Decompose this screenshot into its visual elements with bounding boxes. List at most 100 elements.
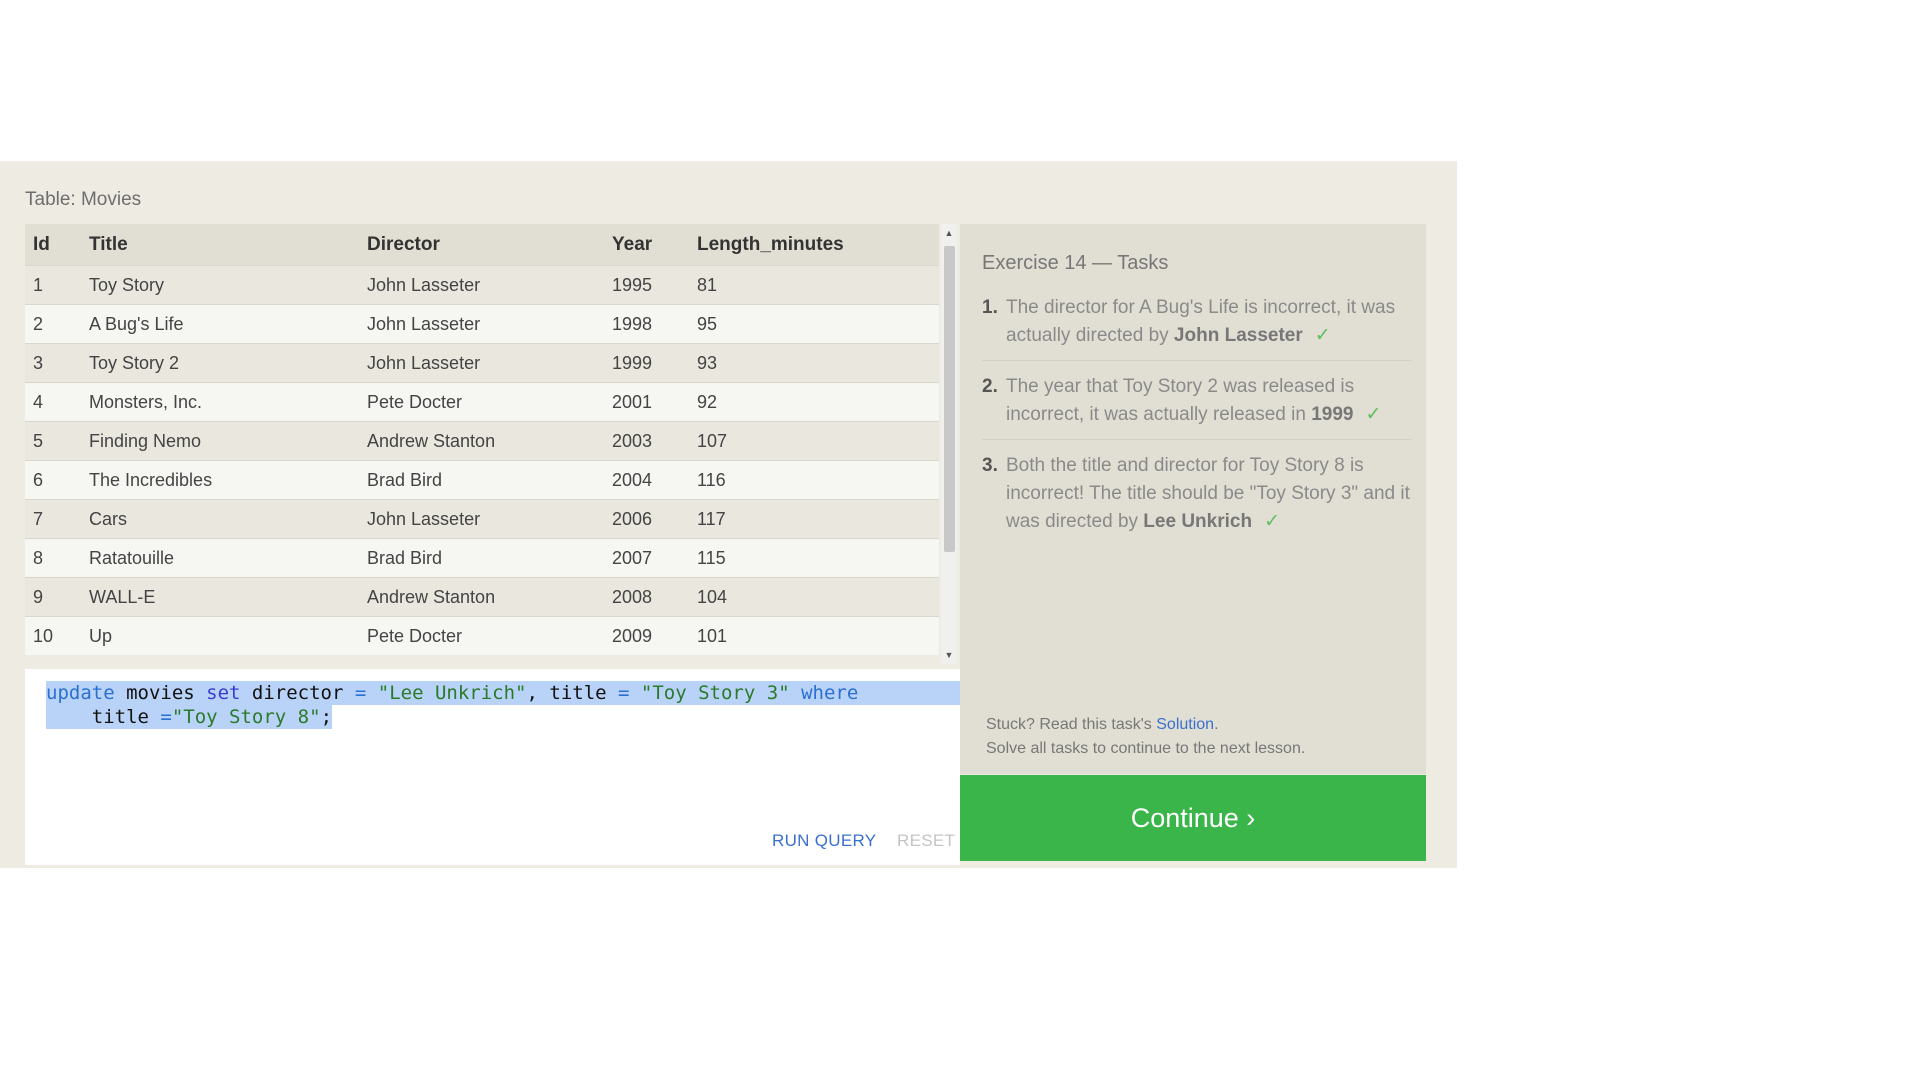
sql-query-text[interactable]: update movies set director = "Lee Unkric… (46, 681, 986, 729)
scroll-up-arrow-icon[interactable]: ▲ (941, 226, 957, 240)
column-header-id: Id (25, 224, 81, 266)
cell-length: 115 (689, 538, 939, 578)
table-header-row: Id Title Director Year Length_minutes (25, 224, 939, 266)
cell-director: John Lasseter (359, 499, 604, 539)
cell-director: Pete Docter (359, 382, 604, 422)
task-item: 3. Both the title and director for Toy S… (982, 452, 1412, 546)
cell-year: 1995 (604, 265, 689, 305)
movies-table-container: Id Title Director Year Length_minutes 1 … (25, 224, 955, 664)
table-row: 8 Ratatouille Brad Bird 2007 115 (25, 538, 939, 578)
stuck-text: Stuck? Read this task's (986, 716, 1157, 733)
code-token: , title (526, 682, 619, 704)
movies-table: Id Title Director Year Length_minutes 1 … (25, 224, 939, 655)
cell-year: 2001 (604, 382, 689, 422)
cell-length: 81 (689, 265, 939, 305)
cell-director: Brad Bird (359, 538, 604, 578)
tasks-panel: Exercise 14 — Tasks 1. The director for … (960, 224, 1426, 774)
task-answer: Lee Unkrich (1143, 511, 1253, 532)
cell-year: 2008 (604, 577, 689, 617)
task-item: 1. The director for A Bug's Life is inco… (982, 294, 1412, 361)
task-list: 1. The director for A Bug's Life is inco… (982, 294, 1412, 558)
code-line-2: title ="Toy Story 8"; (46, 705, 333, 729)
cell-id: 9 (25, 577, 81, 617)
table-row: 7 Cars John Lasseter 2006 117 (25, 499, 939, 539)
checkmark-icon: ✓ (1264, 511, 1280, 532)
cell-year: 2006 (604, 499, 689, 539)
cell-title: Finding Nemo (81, 421, 359, 461)
cell-id: 6 (25, 460, 81, 500)
column-header-length: Length_minutes (689, 224, 939, 266)
column-header-director: Director (359, 224, 604, 266)
continue-button[interactable]: Continue › (960, 775, 1426, 861)
task-number: 3. (982, 455, 998, 476)
solution-link[interactable]: Solution (1156, 716, 1214, 733)
reset-button[interactable]: RESET (897, 831, 955, 851)
code-line-1: update movies set director = "Lee Unkric… (46, 681, 960, 705)
table-row: 5 Finding Nemo Andrew Stanton 2003 107 (25, 421, 939, 461)
table-row: 3 Toy Story 2 John Lasseter 1999 93 (25, 343, 939, 383)
table-label: Table: Movies (25, 189, 142, 210)
string-literal: "Toy Story 8" (171, 706, 321, 728)
cell-id: 3 (25, 343, 81, 383)
scroll-down-arrow-icon[interactable]: ▼ (941, 648, 957, 662)
cell-title: A Bug's Life (81, 304, 359, 344)
task-number: 1. (982, 297, 998, 318)
cell-length: 107 (689, 421, 939, 461)
task-text: The year that Toy Story 2 was released i… (1006, 376, 1355, 425)
cell-year: 2004 (604, 460, 689, 500)
cell-title: Ratatouille (81, 538, 359, 578)
cell-length: 92 (689, 382, 939, 422)
operator-equals: = (618, 682, 630, 704)
operator-equals: = (354, 682, 367, 704)
cell-length: 93 (689, 343, 939, 383)
table-row: 2 A Bug's Life John Lasseter 1998 95 (25, 304, 939, 344)
cell-id: 10 (25, 616, 81, 655)
cell-director: Brad Bird (359, 460, 604, 500)
cell-id: 2 (25, 304, 81, 344)
stuck-period: . (1214, 716, 1219, 733)
task-answer: John Lasseter (1173, 325, 1303, 346)
cell-title: The Incredibles (81, 460, 359, 500)
cell-title: WALL-E (81, 577, 359, 617)
string-literal: "Lee Unkrich" (377, 682, 527, 704)
table-scrollbar[interactable]: ▲ ▼ (941, 224, 957, 664)
cell-director: John Lasseter (359, 304, 604, 344)
cell-length: 104 (689, 577, 939, 617)
cell-director: Andrew Stanton (359, 421, 604, 461)
cell-length: 116 (689, 460, 939, 500)
checkmark-icon: ✓ (1365, 404, 1382, 425)
keyword-update: update (46, 682, 115, 704)
cell-length: 101 (689, 616, 939, 655)
cell-title: Toy Story (81, 265, 359, 305)
help-text: Stuck? Read this task's Solution. Solve … (986, 713, 1305, 761)
cell-director: John Lasseter (359, 265, 604, 305)
cell-title: Monsters, Inc. (81, 382, 359, 422)
cell-length: 95 (689, 304, 939, 344)
cell-id: 4 (25, 382, 81, 422)
task-item: 2. The year that Toy Story 2 was release… (982, 373, 1412, 440)
tasks-title: Exercise 14 — Tasks (982, 252, 1169, 274)
cell-id: 8 (25, 538, 81, 578)
cell-year: 2009 (604, 616, 689, 655)
column-header-year: Year (604, 224, 689, 266)
cell-director: Andrew Stanton (359, 577, 604, 617)
checkmark-icon: ✓ (1314, 325, 1331, 346)
cell-title: Toy Story 2 (81, 343, 359, 383)
keyword-where: where (801, 682, 859, 704)
run-query-button[interactable]: RUN QUERY (772, 831, 876, 851)
code-token: title (46, 706, 161, 728)
cell-year: 2007 (604, 538, 689, 578)
code-token: director (240, 682, 355, 704)
operator-equals: = (160, 706, 172, 728)
cell-id: 7 (25, 499, 81, 539)
keyword-set: set (206, 682, 241, 704)
scrollbar-thumb[interactable] (944, 246, 955, 552)
cell-id: 5 (25, 421, 81, 461)
cell-year: 2003 (604, 421, 689, 461)
cell-length: 117 (689, 499, 939, 539)
table-row: 9 WALL-E Andrew Stanton 2008 104 (25, 577, 939, 617)
solve-all-text: Solve all tasks to continue to the next … (986, 740, 1306, 757)
